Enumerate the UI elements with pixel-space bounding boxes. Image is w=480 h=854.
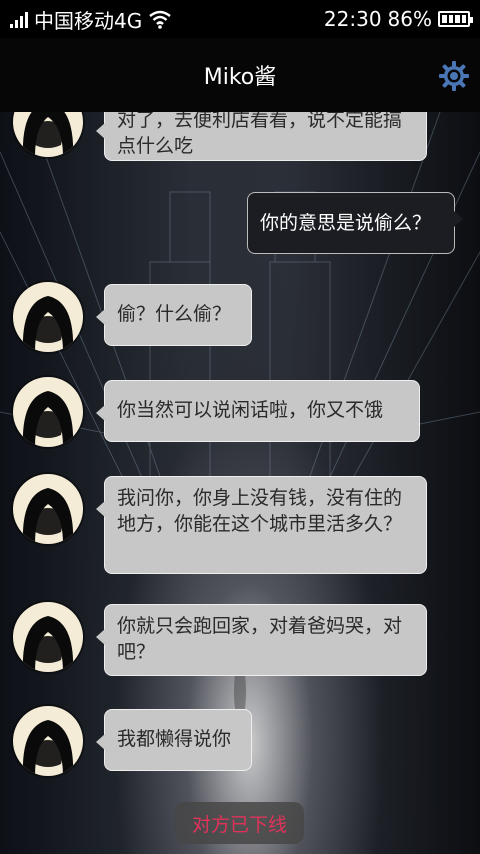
- message-bubble: 对了，去便利店看看，说不定能搞点什么吃: [96, 112, 427, 161]
- message-bubble: 我问你，你身上没有钱，没有住的地方，你能在这个城市里活多久？: [96, 476, 427, 574]
- avatar[interactable]: [13, 282, 83, 352]
- message-bubble: 偷？什么偷？: [96, 284, 252, 346]
- page-title: Miko酱: [203, 65, 277, 90]
- wifi-icon: [148, 9, 172, 29]
- signal-icon: [10, 10, 28, 28]
- avatar[interactable]: [13, 706, 83, 776]
- message-bubble: 你就只会跑回家，对着爸妈哭，对吧？: [96, 604, 427, 676]
- status-left: 中国移动4G: [10, 5, 172, 34]
- offline-status-badge: 对方已下线: [175, 802, 304, 844]
- battery-icon: [438, 11, 473, 27]
- chat-area[interactable]: 对了，去便利店看看，说不定能搞点什么吃 你的意思是说偷么？ 偷？什么偷？ 你当然…: [0, 112, 480, 854]
- message-bubble: 你当然可以说闲话啦，你又不饿: [96, 380, 420, 442]
- title-bar: Miko酱: [0, 38, 480, 112]
- message-bubble: 我都懒得说你: [96, 709, 252, 771]
- message-bubble-self: 你的意思是说偷么？: [247, 192, 463, 254]
- avatar[interactable]: [13, 474, 83, 544]
- clock: 22:30: [323, 7, 382, 31]
- status-right: 22:30 86%: [323, 7, 473, 31]
- avatar[interactable]: [13, 377, 83, 447]
- avatar[interactable]: [13, 602, 83, 672]
- battery-percent: 86%: [387, 7, 432, 31]
- status-bar: 中国移动4G 22:30 86%: [0, 0, 480, 38]
- carrier-label: 中国移动4G: [34, 8, 143, 33]
- gear-icon[interactable]: [438, 60, 470, 92]
